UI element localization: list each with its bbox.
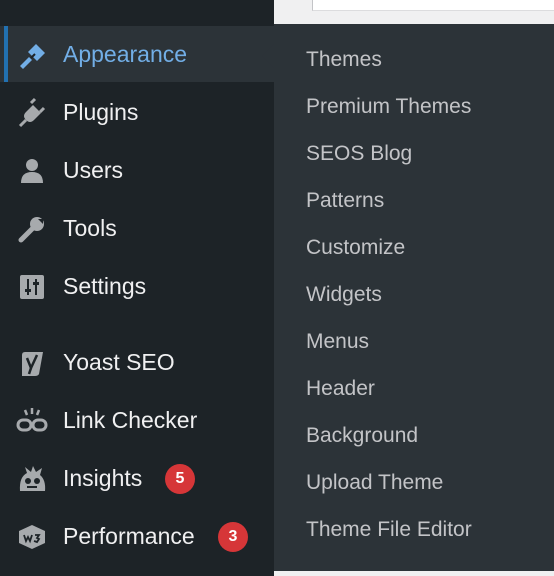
sidebar-item-link-checker[interactable]: Link Checker (0, 392, 274, 448)
sidebar-item-performance[interactable]: Performance 3 (0, 508, 274, 564)
monster-insights-icon (16, 463, 48, 495)
submenu-item-premium-themes[interactable]: Premium Themes (306, 91, 471, 123)
sidebar-item-appearance[interactable]: Appearance (0, 26, 274, 82)
sidebar-item-label: Settings (63, 273, 147, 299)
submenu-item-widgets[interactable]: Widgets (306, 279, 382, 311)
sidebar-item-label: Yoast SEO (63, 349, 175, 375)
sidebar-item-label: Appearance (63, 41, 188, 67)
submenu-item-theme-file-editor[interactable]: Theme File Editor (306, 514, 472, 546)
notification-badge: 5 (165, 464, 195, 494)
user-icon (16, 155, 48, 187)
sidebar-item-users[interactable]: Users (0, 142, 274, 198)
sidebar-item-label: Insights (63, 465, 143, 491)
submenu-item-background[interactable]: Background (306, 420, 418, 452)
active-indicator (4, 26, 8, 82)
admin-sidebar: Appearance Plugins Users Tools Settings … (0, 0, 274, 576)
sidebar-item-label: Users (63, 157, 124, 183)
submenu-item-customize[interactable]: Customize (306, 232, 405, 264)
sidebar-item-settings[interactable]: Settings (0, 258, 274, 314)
submenu-item-upload-theme[interactable]: Upload Theme (306, 467, 443, 499)
sidebar-item-insights[interactable]: Insights 5 (0, 450, 274, 506)
sidebar-item-label: Link Checker (63, 407, 198, 433)
submenu-item-seos-blog[interactable]: SEOS Blog (306, 138, 412, 170)
menu-separator (0, 316, 274, 326)
sidebar-item-plugins[interactable]: Plugins (0, 84, 274, 140)
sidebar-item-label: Performance (63, 523, 195, 549)
sidebar-item-tools[interactable]: Tools (0, 200, 274, 256)
page-content-card (312, 0, 554, 11)
sidebar-item-yoast-seo[interactable]: Yoast SEO (0, 334, 274, 390)
submenu-item-header[interactable]: Header (306, 373, 375, 405)
yoast-icon (16, 347, 48, 379)
submenu-item-themes[interactable]: Themes (306, 44, 382, 76)
broken-link-icon (16, 405, 48, 437)
paintbrush-icon (16, 39, 48, 71)
w3-performance-icon (16, 521, 48, 553)
notification-badge: 3 (218, 522, 248, 552)
wrench-icon (16, 213, 48, 245)
sidebar-item-label: Plugins (63, 99, 139, 125)
submenu-item-menus[interactable]: Menus (306, 326, 369, 358)
plugin-icon (16, 97, 48, 129)
submenu-item-patterns[interactable]: Patterns (306, 185, 384, 217)
settings-sliders-icon (16, 271, 48, 303)
flyout-pointer (262, 44, 274, 68)
sidebar-item-label: Tools (63, 215, 117, 241)
